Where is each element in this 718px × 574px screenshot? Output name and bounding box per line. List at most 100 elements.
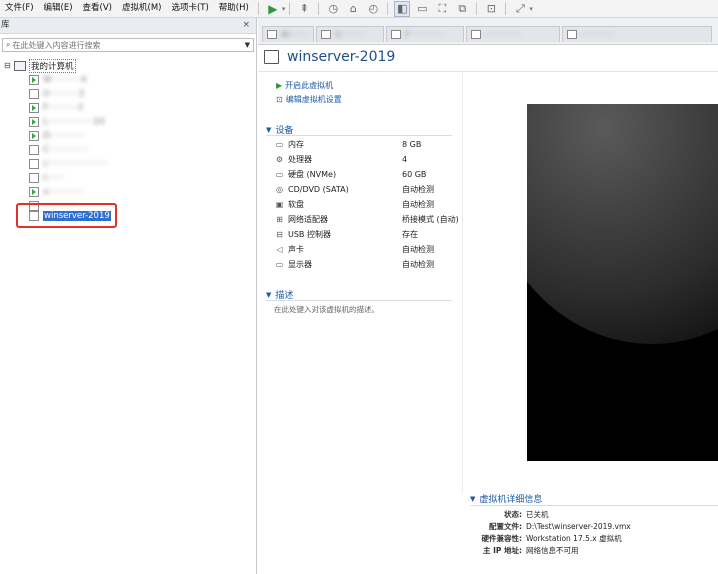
collapse-icon[interactable]: ⊟	[4, 61, 14, 70]
vm-icon	[29, 172, 39, 183]
memory-icon: ▭	[275, 140, 284, 149]
vm-list-item[interactable]: D·············	[29, 129, 85, 142]
show-library-icon[interactable]: ◧	[394, 0, 411, 17]
vm-name: C···············	[43, 144, 90, 155]
vm-list-item[interactable]: L·················24	[29, 115, 104, 128]
vm-name: D·············	[43, 130, 85, 141]
search-input[interactable]	[10, 40, 245, 50]
vm-list-item[interactable]: c······	[29, 171, 64, 184]
vm-screen-preview[interactable]	[527, 104, 718, 461]
vm-list-item[interactable]: u·············	[29, 185, 84, 198]
tab-home[interactable]: W·······	[262, 26, 314, 42]
tab-vm[interactable]: F·············	[386, 26, 464, 42]
edit-settings-label: 编辑虚拟机设置	[285, 95, 342, 104]
power-on-link[interactable]: ▶ 开启此虚拟机	[276, 80, 333, 91]
chevron-down-icon: ▼	[266, 290, 272, 299]
power-on-icon[interactable]: ▶	[265, 1, 281, 17]
vm-name: U···········2	[43, 88, 85, 99]
tab-vm[interactable]: U·········	[316, 26, 384, 42]
device-value: 自动检测	[402, 245, 434, 254]
device-name: USB 控制器	[288, 230, 331, 239]
device-name: CD/DVD (SATA)	[288, 185, 349, 194]
device-name: 内存	[288, 140, 304, 149]
revert-snapshot-icon[interactable]: ⌂	[345, 1, 361, 17]
library-title: 库	[1, 20, 10, 30]
vm-name: c······	[43, 172, 64, 183]
vm-details-header[interactable]: ▼ 虚拟机详细信息	[470, 492, 543, 506]
vm-details-title: 虚拟机详细信息	[479, 495, 543, 505]
vm-name: L·················24	[43, 116, 105, 127]
chevron-down-icon[interactable]: ▾	[282, 5, 286, 13]
detail-key: 主 IP 地址:	[482, 545, 522, 555]
edit-settings-link[interactable]: ⊡ 编辑虚拟机设置	[276, 94, 342, 105]
device-name: 软盘	[288, 200, 304, 209]
toolbar-separator	[289, 2, 291, 15]
snapshot-manager-icon[interactable]: ◴	[365, 1, 381, 17]
close-icon[interactable]: ×	[242, 18, 250, 33]
vm-icon	[29, 144, 39, 155]
cd-dvd-icon: ◎	[276, 185, 283, 194]
snapshot-icon[interactable]: ◷	[325, 1, 341, 17]
chevron-down-icon[interactable]: ▼	[245, 41, 250, 49]
menu-edit[interactable]: 编辑(E)	[39, 0, 78, 17]
divider	[470, 505, 718, 506]
divider	[258, 71, 718, 72]
vm-name: W···········4	[43, 74, 87, 85]
vm-icon	[29, 210, 39, 221]
vm-list-item[interactable]: U···········2	[29, 87, 84, 100]
device-name: 处理器	[288, 155, 312, 164]
vm-name: u·············	[43, 186, 84, 197]
send-keys-icon[interactable]: ⇞	[296, 1, 312, 17]
vm-running-icon	[29, 186, 39, 197]
detail-row-config-file: 配置文件: D:\Test\winserver-2019.vmx	[470, 520, 631, 532]
device-value: 60 GB	[402, 170, 427, 179]
device-value: 自动检测	[402, 200, 434, 209]
menu-help[interactable]: 帮助(H)	[214, 0, 254, 17]
chevron-down-icon: ▼	[470, 494, 476, 503]
tab-bar: W······· U········· F············· ·····…	[258, 18, 718, 45]
menu-view[interactable]: 查看(V)	[78, 0, 117, 17]
fullscreen-icon[interactable]: ⛶	[434, 1, 450, 17]
vm-icon	[391, 30, 401, 39]
menu-tabs[interactable]: 选项卡(T)	[166, 0, 213, 17]
detail-value: Workstation 17.5.x 虚拟机	[526, 533, 622, 543]
description-field[interactable]: 在此处键入对该虚拟机的描述。	[274, 304, 379, 315]
vm-title: winserver-2019	[264, 49, 395, 65]
vm-list-item[interactable]: W···········4	[29, 73, 87, 86]
vm-list-item[interactable]: C···············	[29, 143, 89, 156]
divider	[266, 135, 452, 136]
divider	[266, 300, 452, 301]
tab-vm[interactable]: ··············	[466, 26, 560, 42]
console-view-icon[interactable]: ⊡	[483, 1, 499, 17]
detail-key: 硬件兼容性:	[481, 533, 523, 543]
menu-file[interactable]: 文件(F)	[0, 0, 39, 17]
settings-icon: ⊡	[276, 95, 283, 104]
stretch-guest-icon[interactable]: ⤢	[512, 1, 528, 17]
processor-icon: ⚙	[275, 155, 284, 164]
vm-list-item[interactable]: c······················	[29, 157, 107, 170]
play-icon: ▶	[276, 81, 283, 90]
vm-summary-page: winserver-2019 ▶ 开启此虚拟机 ⊡ 编辑虚拟机设置 ▼ 设备 ▭…	[258, 45, 718, 574]
tree-root[interactable]: ⊟ 我的计算机	[4, 58, 76, 73]
detail-key: 配置文件:	[489, 521, 522, 531]
sound-card-icon: ◁	[276, 245, 283, 254]
tab-vm[interactable]: ·············	[562, 26, 712, 42]
unity-icon[interactable]: ⧉	[454, 1, 470, 17]
power-on-label: 开启此虚拟机	[285, 81, 334, 90]
vm-list-item[interactable]: F···········3	[29, 101, 83, 114]
vm-icon	[264, 50, 279, 64]
vm-icon	[567, 30, 577, 39]
detail-value: D:\Test\winserver-2019.vmx	[526, 521, 631, 531]
device-value: 存在	[402, 230, 418, 239]
vm-icon	[29, 88, 39, 99]
detail-row-ip-address: 主 IP 地址: 网络信息不可用	[470, 544, 579, 556]
vm-list-item-selected[interactable]: winserver-2019	[29, 209, 111, 222]
library-panel: 库 × ⌕ ▼ ⊟ 我的计算机 W···········4 U·········…	[0, 18, 257, 574]
tab-label: U·········	[335, 30, 364, 39]
library-search[interactable]: ⌕ ▼	[2, 38, 254, 52]
thumbnail-bar-icon[interactable]: ▭	[414, 1, 430, 17]
toolbar-separator	[505, 2, 507, 15]
device-name: 硬盘 (NVMe)	[288, 170, 337, 179]
menu-vm[interactable]: 虚拟机(M)	[117, 0, 166, 17]
chevron-down-icon[interactable]: ▾	[529, 5, 533, 13]
